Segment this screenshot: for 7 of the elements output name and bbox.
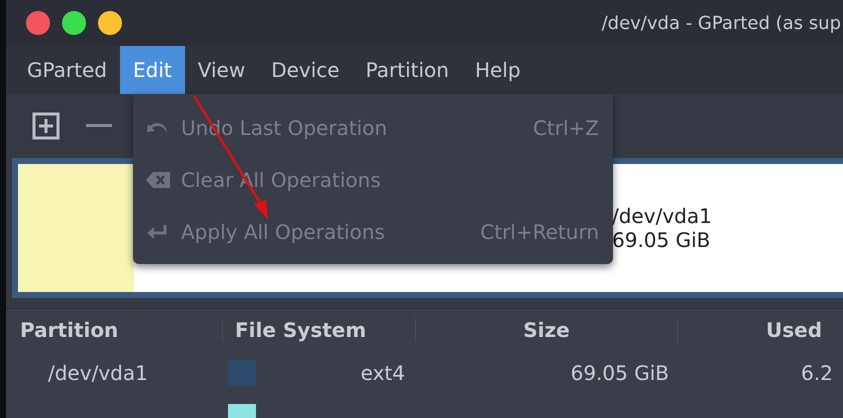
- table-cell-text: 69.05 GiB: [570, 361, 670, 385]
- table-cell-text: 6.2: [800, 361, 834, 385]
- table-cell: ext4: [360, 361, 405, 385]
- table-cell-text: /dev/vda1: [47, 361, 149, 385]
- window-title: /dev/vda - GParted (as sup: [602, 12, 841, 34]
- partition-name: /dev/vda1: [612, 204, 712, 228]
- partition-size: 69.05 GiB: [612, 228, 712, 252]
